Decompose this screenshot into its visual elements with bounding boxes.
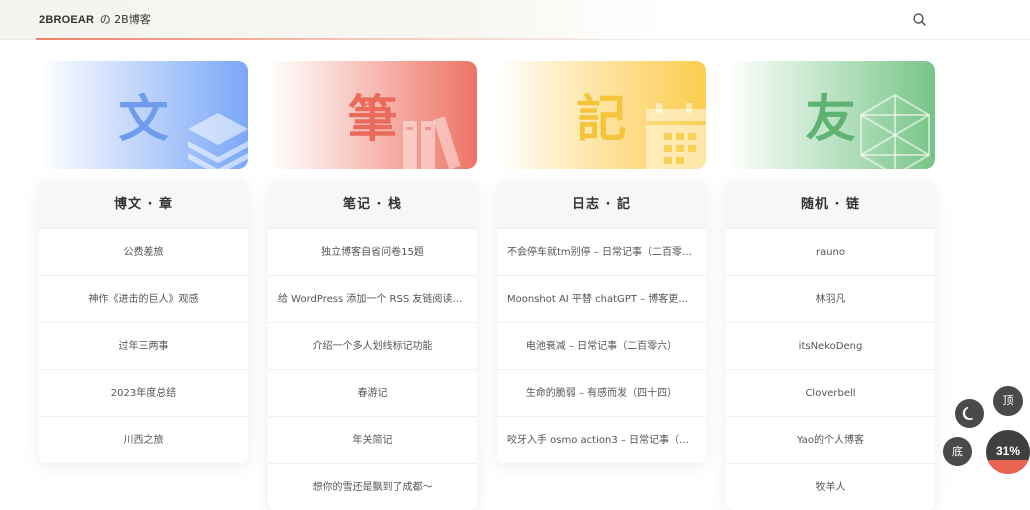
list-item[interactable]: 公费差旅 [39,228,248,275]
list-item[interactable]: rauno [726,228,935,275]
list-item[interactable]: 牧羊人 [726,463,935,510]
list-item[interactable]: 生命的脆弱 – 有感而发（四十四） [497,369,706,416]
list-item[interactable]: 咬牙入手 osmo action3 – 日常记事（二百零五） [497,416,706,463]
layers-icon [188,113,248,169]
progress-fill [986,460,1030,474]
panel-links: 随机 · 链 rauno 林羽凡 itsNekoDeng Cloverbell … [726,181,935,510]
banner-links[interactable]: 友 [726,61,935,169]
reading-progress-button[interactable]: 31% [986,430,1030,474]
bookshelf-icon [403,116,461,169]
panel-title: 随机 · 链 [726,181,935,228]
list-item[interactable]: 林羽凡 [726,275,935,322]
calendar-icon [646,103,706,169]
column-notes: 筆 笔记 · 栈 独立博客自省问卷15题 给 WordPress 添加一个 RS… [268,61,477,510]
list-item[interactable]: 过年三两事 [39,322,248,369]
search-icon[interactable] [911,11,929,29]
banner-articles[interactable]: 文 [39,61,248,169]
column-journal: 記 日志 · 記 不会停车就tm别停 – 日常记事（二百零八） Moonshot… [497,61,706,463]
go-to-bottom-button[interactable]: 底 [943,437,972,466]
list-item[interactable]: 川西之旅 [39,416,248,463]
panel-title: 博文 · 章 [39,181,248,228]
banner-notes[interactable]: 筆 [268,61,477,169]
list-item[interactable]: 想你的雪还是飘到了成都～ [268,463,477,510]
list-item[interactable]: 不会停车就tm别停 – 日常记事（二百零八） [497,228,706,275]
list-item[interactable]: 神作《进击的巨人》观感 [39,275,248,322]
back-to-top-button[interactable]: 顶 [993,386,1023,416]
site-header: 2BROEAR の 2B博客 [0,0,1030,40]
panel-articles: 博文 · 章 公费差旅 神作《进击的巨人》观感 过年三两事 2023年度总结 川… [39,181,248,463]
column-articles: 文 博文 · 章 公费差旅 神作《进击的巨人》观感 过年三两事 2023年度总结… [39,61,248,463]
dark-mode-toggle[interactable] [955,399,984,428]
network-icon [860,93,930,169]
brand-name: 2BROEAR [39,14,95,26]
list-item[interactable]: Cloverbell [726,369,935,416]
panel-title: 日志 · 記 [497,181,706,228]
list-item[interactable]: itsNekoDeng [726,322,935,369]
banner-journal[interactable]: 記 [497,61,706,169]
brand-subtitle: の 2B博客 [99,13,151,26]
list-item[interactable]: Yao的个人博客 [726,416,935,463]
list-item[interactable]: 电池衰减 – 日常记事（二百零六） [497,322,706,369]
panel-title: 笔记 · 栈 [268,181,477,228]
progress-text: 31% [995,444,1021,458]
header-accent-line [36,38,632,40]
list-item[interactable]: 年关简记 [268,416,477,463]
panel-journal: 日志 · 記 不会停车就tm别停 – 日常记事（二百零八） Moonshot A… [497,181,706,463]
column-links: 友 随机 · 链 rauno 林羽凡 itsNekoDeng Cloverbel… [726,61,935,510]
moon-icon [962,406,973,420]
list-item[interactable]: 给 WordPress 添加一个 RSS 友链阅读页面 [268,275,477,322]
site-brand[interactable]: 2BROEAR の 2B博客 [39,11,151,27]
list-item[interactable]: Moonshot AI 平替 chatGPT – 博客更新小记 [497,275,706,322]
list-item[interactable]: 介绍一个多人划线标记功能 [268,322,477,369]
list-item[interactable]: 春游记 [268,369,477,416]
list-item[interactable]: 独立博客自省问卷15题 [268,228,477,275]
list-item[interactable]: 2023年度总结 [39,369,248,416]
panel-notes: 笔记 · 栈 独立博客自省问卷15题 给 WordPress 添加一个 RSS … [268,181,477,510]
